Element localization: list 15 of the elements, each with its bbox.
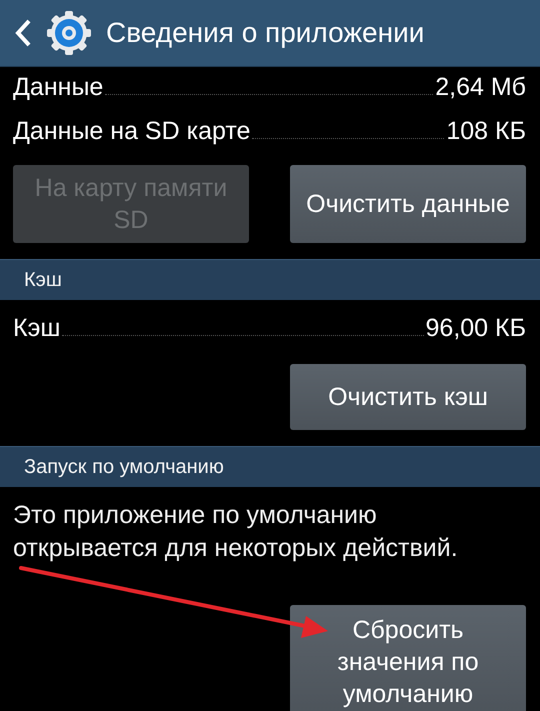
screen-title: Сведения о приложении [106, 17, 424, 49]
row-label: Кэш [13, 314, 60, 343]
row-label: Данные [13, 73, 104, 102]
row-value: 96,00 КБ [426, 314, 526, 343]
description-text: Это приложение по умолчанию открывается для некоторых действий. [13, 500, 459, 564]
action-button[interactable]: Очистить данные [290, 165, 526, 243]
row-value: 108 КБ [446, 117, 526, 146]
action-button[interactable]: Очистить кэш [290, 364, 526, 430]
section-header: Запуск по умолчанию [0, 446, 540, 487]
gear-icon [46, 10, 92, 56]
action-button[interactable]: Сбросить значения по умолчанию [290, 605, 526, 711]
row-value: 2,64 Мб [435, 73, 526, 102]
row-label: Данные на SD карте [13, 117, 250, 146]
section-header: Кэш [0, 259, 540, 300]
back-icon[interactable] [14, 18, 32, 48]
